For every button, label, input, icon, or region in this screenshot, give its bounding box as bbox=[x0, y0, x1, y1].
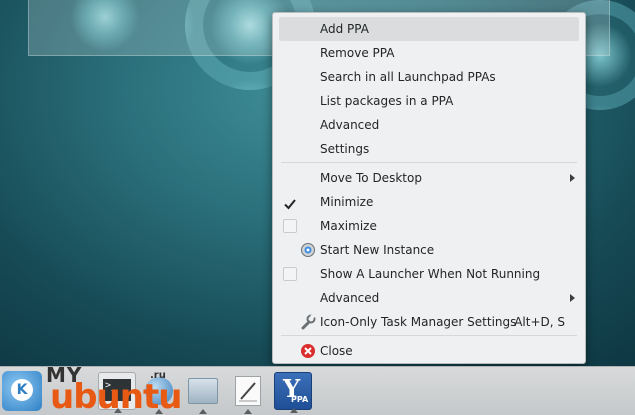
close-icon bbox=[300, 343, 316, 359]
menu-item-label: Search in all Launchpad PPAs bbox=[320, 70, 496, 84]
menu-separator bbox=[281, 162, 577, 163]
ppa-icon-text: PPA bbox=[291, 395, 309, 404]
kde-logo-icon: K bbox=[11, 379, 33, 401]
task-indicator bbox=[244, 409, 252, 414]
menu-item-add-ppa[interactable]: Add PPA bbox=[279, 17, 579, 41]
menu-item-label: Minimize bbox=[320, 195, 374, 209]
task-indicator bbox=[199, 409, 207, 414]
menu-item-minimize[interactable]: Minimize bbox=[273, 190, 585, 214]
menu-item-list-packages[interactable]: List packages in a PPA bbox=[273, 89, 585, 113]
menu-item-label: Start New Instance bbox=[320, 243, 435, 257]
menu-separator bbox=[281, 335, 577, 336]
menu-item-show-launcher[interactable]: Show A Launcher When Not Running bbox=[273, 262, 585, 286]
checkmark-icon[interactable] bbox=[283, 195, 297, 210]
application-launcher-button[interactable]: K bbox=[2, 371, 42, 411]
menu-item-advanced-ppa[interactable]: Advanced bbox=[273, 113, 585, 137]
text-editor-icon bbox=[235, 376, 261, 406]
menu-item-label: Advanced bbox=[320, 291, 380, 305]
task-file-manager[interactable] bbox=[184, 372, 222, 414]
menu-item-advanced[interactable]: Advanced bbox=[273, 286, 585, 310]
menu-item-maximize[interactable]: Maximize bbox=[273, 214, 585, 238]
task-indicator bbox=[290, 408, 298, 413]
new-instance-icon bbox=[300, 242, 316, 258]
shortcut-label: Alt+D, S bbox=[514, 315, 565, 329]
watermark-text-ubuntu: ubuntu bbox=[50, 377, 182, 415]
menu-item-label: Show A Launcher When Not Running bbox=[320, 267, 541, 281]
menu-item-settings[interactable]: Settings bbox=[273, 137, 585, 161]
task-context-menu: Add PPA Remove PPA Search in all Launchp… bbox=[272, 12, 586, 364]
menu-item-close[interactable]: Close bbox=[273, 339, 585, 363]
chevron-right-icon bbox=[570, 174, 575, 182]
menu-item-move-to-desktop[interactable]: Move To Desktop bbox=[273, 166, 585, 190]
menu-item-search-launchpad[interactable]: Search in all Launchpad PPAs bbox=[273, 65, 585, 89]
myubuntu-watermark-logo: MY ubuntu bbox=[40, 363, 182, 415]
file-manager-icon bbox=[188, 378, 218, 404]
checkbox[interactable] bbox=[283, 267, 297, 281]
menu-item-remove-ppa[interactable]: Remove PPA bbox=[273, 41, 585, 65]
menu-item-label: Move To Desktop bbox=[320, 171, 422, 185]
menu-item-label: Remove PPA bbox=[320, 46, 395, 60]
menu-item-label: Advanced bbox=[320, 118, 380, 132]
menu-item-start-new-instance[interactable]: Start New Instance bbox=[273, 238, 585, 262]
menu-item-label: List packages in a PPA bbox=[320, 94, 454, 108]
menu-item-label: Close bbox=[320, 344, 353, 358]
task-text-editor[interactable] bbox=[229, 372, 267, 414]
menu-item-label: Icon-Only Task Manager Settings bbox=[320, 315, 517, 329]
menu-item-label: Settings bbox=[320, 142, 370, 156]
checkbox[interactable] bbox=[283, 219, 297, 233]
menu-item-task-manager-settings[interactable]: Icon-Only Task Manager Settings Alt+D, S bbox=[273, 310, 585, 334]
menu-item-label: Maximize bbox=[320, 219, 377, 233]
wrench-icon bbox=[300, 314, 316, 330]
task-y-ppa-manager[interactable]: Y PPA bbox=[274, 372, 312, 413]
menu-item-label: Add PPA bbox=[320, 22, 369, 36]
taskbar: K >_ .ru Y PPA MY ubuntu bbox=[0, 363, 635, 415]
chevron-right-icon bbox=[570, 294, 575, 302]
